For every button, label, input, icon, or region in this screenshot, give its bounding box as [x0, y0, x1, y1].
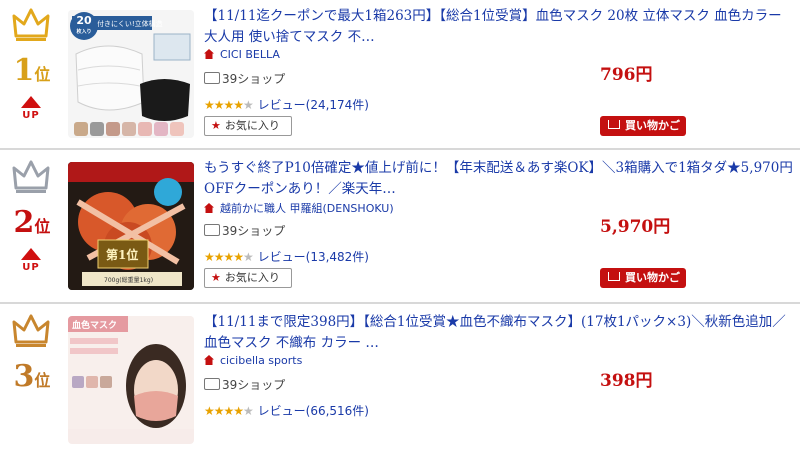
shop-badge: 39ショップ — [204, 376, 285, 393]
add-to-cart-button[interactable]: 買い物かご — [600, 116, 686, 136]
divider — [0, 302, 800, 304]
shop-badge: 39ショップ — [204, 222, 285, 239]
truck-icon — [204, 378, 220, 390]
add-to-cart-button[interactable]: 買い物かご — [600, 268, 686, 288]
price: 5,970円 — [600, 217, 671, 237]
svg-text:700g(総重量1kg): 700g(総重量1kg) — [104, 276, 153, 284]
product-title-link[interactable]: 【11/11迄クーポンで最大1箱263円】【総合1位受賞】血色マスク 20枚 立… — [204, 6, 794, 48]
rating-stars: ★★★★ — [204, 250, 244, 264]
rating-stars: ★★★★ — [204, 404, 244, 418]
shop-link[interactable]: 越前かに職人 甲羅組(DENSHOKU) — [204, 200, 394, 216]
rank-column: 3位 — [0, 306, 62, 454]
rank-number: 1位 — [13, 53, 51, 88]
truck-icon — [204, 72, 220, 84]
ranking-item-2: 2位 UP 第1位 700g(総重量1kg) もうすぐ終了P10倍確定★値上げ前… — [0, 152, 800, 300]
rating-stars: ★★★★ — [204, 98, 244, 112]
review[interactable]: ★★★★★ レビュー(24,174件) — [204, 96, 369, 113]
price: 398円 — [600, 371, 653, 391]
svg-text:第1位: 第1位 — [106, 247, 138, 262]
star-icon: ★ — [211, 271, 221, 284]
product-thumbnail[interactable]: 口紅に付きにくい!立体構造 20 枚入り — [68, 10, 194, 138]
shop-home-icon — [204, 203, 214, 213]
shop-home-icon — [204, 49, 214, 59]
divider — [0, 148, 800, 150]
review[interactable]: ★★★★★ レビュー(66,516件) — [204, 402, 369, 419]
rank-number: 2位 — [13, 205, 51, 240]
rank-up-indicator: UP — [14, 96, 48, 121]
shop-link[interactable]: cicibella sports — [204, 354, 302, 367]
count-badge: 20 枚入り — [70, 12, 98, 40]
cart-icon — [608, 120, 620, 129]
product-thumbnail[interactable]: 血色マスク — [68, 316, 194, 444]
shop-link[interactable]: CICI BELLA — [204, 48, 280, 61]
crown-icon — [12, 160, 50, 193]
price: 796円 — [600, 65, 653, 85]
favorite-button[interactable]: ★ お気に入り — [204, 268, 292, 288]
product-thumbnail[interactable]: 第1位 700g(総重量1kg) — [68, 162, 194, 290]
rank-column: 2位 UP — [0, 152, 62, 300]
crown-icon — [12, 314, 50, 347]
rank-up-indicator: UP — [14, 248, 48, 273]
truck-icon — [204, 224, 220, 236]
svg-text:血色マスク: 血色マスク — [72, 319, 117, 331]
product-title-link[interactable]: 【11/11まで限定398円】【総合1位受賞★血色不織布マスク】(17枚1パック… — [204, 312, 794, 354]
ranking-item-1: 1位 UP 口紅に付きにくい!立体構造 20 枚入り 【11/11迄クーポンで最… — [0, 0, 800, 148]
ranking-item-3: 3位 血色マスク 【11/11まで限定398円】【総合1位受賞★血色不織布マスク… — [0, 306, 800, 454]
rank-column: 1位 UP — [0, 0, 62, 148]
star-icon: ★ — [211, 119, 221, 132]
up-arrow-icon — [21, 96, 41, 108]
crown-icon — [12, 8, 50, 41]
favorite-button[interactable]: ★ お気に入り — [204, 116, 292, 136]
rank-number: 3位 — [13, 359, 51, 394]
product-title-link[interactable]: もうすぐ終了P10倍確定★値上げ前に！【年末配送＆あす楽OK】＼3箱購入で1箱タ… — [204, 158, 794, 200]
shop-home-icon — [204, 355, 214, 365]
shop-badge: 39ショップ — [204, 70, 285, 87]
up-arrow-icon — [21, 248, 41, 260]
cart-icon — [608, 272, 620, 281]
review[interactable]: ★★★★★ レビュー(13,482件) — [204, 248, 369, 265]
